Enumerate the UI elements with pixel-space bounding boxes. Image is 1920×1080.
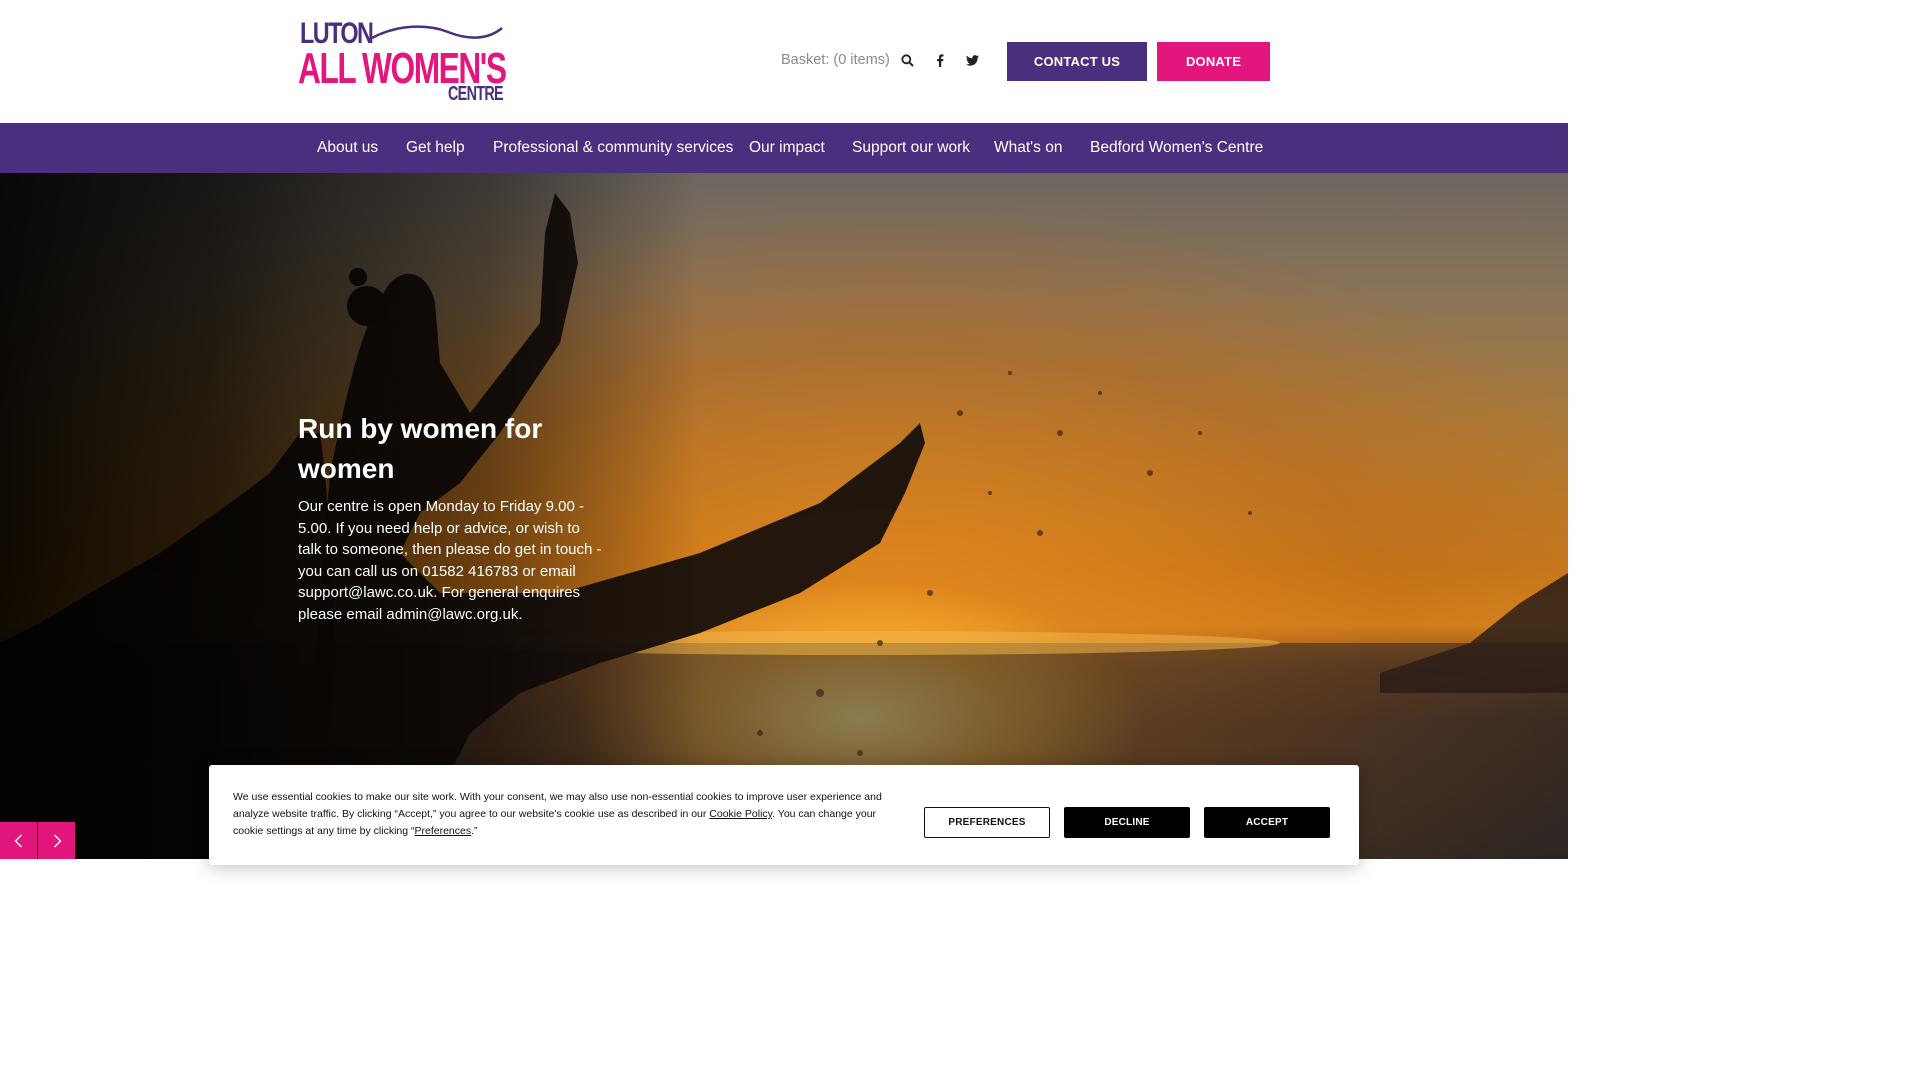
hero-slider: Run by women for women Our centre is ope… bbox=[0, 173, 1568, 859]
nav-item-bedford-womens-centre[interactable]: Bedford Women's Centre bbox=[1090, 123, 1263, 173]
nav-item-get-help[interactable]: Get help bbox=[406, 123, 465, 173]
hero-title: Run by women for women bbox=[298, 413, 543, 484]
logo-line-centre: CENTRE bbox=[448, 83, 504, 105]
twitter-icon[interactable] bbox=[964, 52, 980, 68]
donate-button[interactable]: DONATE bbox=[1157, 42, 1270, 81]
nav-item-whats-on[interactable]: What's on bbox=[994, 123, 1062, 173]
cookie-text-part: .” bbox=[471, 825, 478, 837]
site-logo[interactable]: LUTON ALL WOMEN'S CENTRE bbox=[298, 18, 507, 106]
logo-swoosh bbox=[371, 25, 503, 40]
chevron-right-icon bbox=[53, 834, 61, 847]
nav-item-our-impact[interactable]: Our impact bbox=[749, 123, 825, 173]
site-header: LUTON ALL WOMEN'S CENTRE Basket: (0 item… bbox=[0, 0, 1568, 123]
cookie-banner: We use essential cookies to make our sit… bbox=[209, 765, 1359, 865]
hero-description: Our centre is open Monday to Friday 9.00… bbox=[298, 498, 602, 623]
chevron-left-icon bbox=[14, 834, 22, 847]
nav-item-about-us[interactable]: About us bbox=[317, 123, 378, 173]
main-navigation: About us Get help Professional & communi… bbox=[0, 123, 1568, 173]
cookie-preferences-button[interactable]: PREFERENCES bbox=[924, 807, 1050, 838]
preferences-link[interactable]: Preferences bbox=[415, 825, 472, 837]
slider-next-button[interactable] bbox=[38, 822, 75, 859]
contact-us-button[interactable]: CONTACT US bbox=[1007, 42, 1147, 81]
facebook-icon[interactable] bbox=[932, 52, 948, 68]
basket-link[interactable]: Basket: (0 items) bbox=[781, 52, 890, 68]
cookie-policy-link[interactable]: Cookie Policy bbox=[709, 808, 772, 820]
cookie-message: We use essential cookies to make our sit… bbox=[233, 789, 905, 840]
cookie-accept-button[interactable]: ACCEPT bbox=[1204, 807, 1330, 838]
nav-item-support-our-work[interactable]: Support our work bbox=[852, 123, 970, 173]
nav-item-professional-community-services[interactable]: Professional & community services bbox=[493, 123, 733, 173]
cookie-decline-button[interactable]: DECLINE bbox=[1064, 807, 1190, 838]
slider-prev-button[interactable] bbox=[0, 822, 37, 859]
search-icon[interactable] bbox=[899, 52, 915, 68]
